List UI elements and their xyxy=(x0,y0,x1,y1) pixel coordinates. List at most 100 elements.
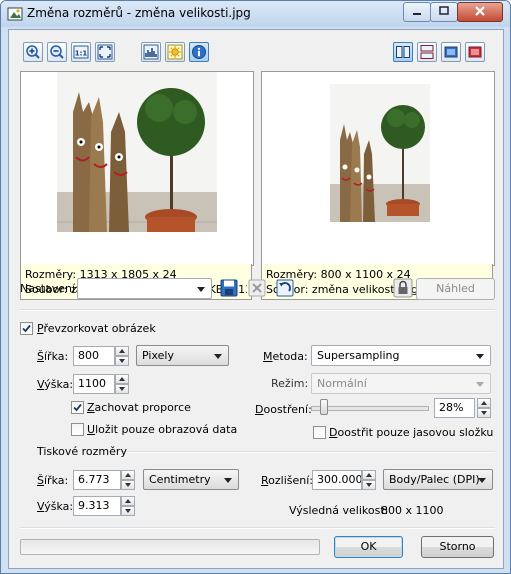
result-photo xyxy=(330,84,430,222)
mode-select[interactable]: Normální xyxy=(311,373,491,394)
chevron-down-icon xyxy=(476,382,484,387)
settings-select[interactable] xyxy=(77,278,212,299)
print-width-label: Šířka: xyxy=(37,474,69,487)
method-label: Metoda: xyxy=(263,350,308,363)
actual-size-button[interactable]: 1:1 xyxy=(71,42,91,62)
sun-icon xyxy=(167,44,183,60)
close-icon xyxy=(475,6,485,16)
sharpen-luma-checkbox[interactable] xyxy=(313,426,326,439)
print-height-stepper[interactable] xyxy=(121,496,135,516)
sharpen-input[interactable]: 28% xyxy=(434,398,475,418)
maximize-icon xyxy=(439,6,449,15)
mode-value: Normální xyxy=(317,377,367,390)
check-icon xyxy=(73,403,82,412)
stepper-up-icon[interactable] xyxy=(115,346,129,356)
chevron-down-icon xyxy=(214,354,222,359)
lock-icon xyxy=(393,278,413,298)
width-input[interactable]: 800 xyxy=(73,346,115,366)
save-only-checkbox[interactable] xyxy=(71,423,84,436)
resolution-unit-select[interactable]: Body/Palec (DPI) xyxy=(383,469,493,490)
print-height-input[interactable]: 9.313 xyxy=(73,496,121,516)
zoom-out-button[interactable] xyxy=(47,42,67,62)
lock-button[interactable] xyxy=(393,278,413,298)
reset-settings-button[interactable] xyxy=(275,278,295,298)
print-section-label: Tiskové rozměry xyxy=(37,445,127,458)
zoom-out-icon xyxy=(50,45,64,59)
stepper-up-icon[interactable] xyxy=(362,470,376,480)
resolution-input[interactable]: 300.000 xyxy=(312,470,362,490)
split-horizontal-button[interactable] xyxy=(417,42,437,62)
original-photo xyxy=(57,72,217,232)
chevron-down-icon xyxy=(197,287,205,292)
stepper-up-icon[interactable] xyxy=(121,496,135,506)
minimize-icon xyxy=(413,13,421,15)
divider xyxy=(20,527,495,529)
resolution-stepper[interactable] xyxy=(362,470,376,490)
stepper-down-icon[interactable] xyxy=(477,408,491,418)
split-horizontal-icon xyxy=(420,45,434,59)
progress-bar xyxy=(20,539,320,555)
delete-settings-button[interactable] xyxy=(247,278,267,298)
result-preview[interactable] xyxy=(261,71,495,266)
chevron-down-icon xyxy=(224,478,232,483)
height-stepper[interactable] xyxy=(115,374,129,394)
histogram-icon xyxy=(143,44,159,60)
pixel-unit-value: Pixely xyxy=(142,349,174,362)
blue-square-icon xyxy=(444,46,458,58)
save-settings-button[interactable] xyxy=(219,278,239,298)
close-button[interactable] xyxy=(457,2,503,22)
stepper-down-icon[interactable] xyxy=(115,356,129,366)
sharpen-luma-label: Doostřit pouze jasovou složku xyxy=(329,426,494,439)
stepper-down-icon[interactable] xyxy=(115,384,129,394)
settings-label: Nastavení: xyxy=(20,282,79,295)
method-select[interactable]: Supersampling xyxy=(311,345,491,366)
divider xyxy=(121,451,495,453)
delete-icon xyxy=(248,279,266,297)
slider-thumb[interactable] xyxy=(320,399,328,415)
keep-ratio-checkbox[interactable] xyxy=(71,401,84,414)
zoom-in-button[interactable] xyxy=(23,42,43,62)
print-unit-select[interactable]: Centimetry xyxy=(143,469,239,490)
undo-icon xyxy=(276,279,294,297)
slider-track xyxy=(311,406,429,411)
stepper-down-icon[interactable] xyxy=(121,506,135,516)
print-width-stepper[interactable] xyxy=(121,470,135,490)
zoom-in-icon xyxy=(26,45,40,59)
maximize-button[interactable] xyxy=(430,2,458,22)
minimize-button[interactable] xyxy=(403,2,431,22)
stepper-up-icon[interactable] xyxy=(477,398,491,408)
resample-checkbox[interactable] xyxy=(20,322,33,335)
svg-text:1:1: 1:1 xyxy=(75,50,88,58)
sharpen-slider[interactable] xyxy=(311,398,429,418)
split-vertical-button[interactable] xyxy=(393,42,413,62)
print-height-label: Výška: xyxy=(37,500,74,513)
height-input[interactable]: 1100 xyxy=(73,374,115,394)
chevron-down-icon xyxy=(478,478,486,483)
original-preview[interactable] xyxy=(20,71,254,266)
result-view-button[interactable] xyxy=(465,42,485,62)
print-width-input[interactable]: 6.773 xyxy=(73,470,121,490)
sharpen-label: Doostření: xyxy=(255,403,312,416)
result-size-label: Výsledná velikost: xyxy=(289,504,389,517)
cancel-button[interactable]: Storno xyxy=(421,536,494,558)
title-bar[interactable]: Změna rozměrů - změna velikosti.jpg xyxy=(1,1,510,27)
histogram-button[interactable] xyxy=(141,42,161,62)
stepper-up-icon[interactable] xyxy=(115,374,129,384)
preview-button[interactable]: Náhled xyxy=(416,278,495,300)
width-stepper[interactable] xyxy=(115,346,129,366)
divider xyxy=(20,309,495,311)
original-view-button[interactable] xyxy=(441,42,461,62)
stepper-down-icon[interactable] xyxy=(121,480,135,490)
stepper-up-icon[interactable] xyxy=(121,470,135,480)
save-only-label: Uložit pouze obrazová data xyxy=(87,423,238,436)
resample-label: Převzorkovat obrázek xyxy=(37,322,156,335)
brightness-button[interactable] xyxy=(165,42,185,62)
stepper-down-icon[interactable] xyxy=(362,480,376,490)
height-label: Výška: xyxy=(37,378,74,391)
info-button[interactable] xyxy=(189,42,209,62)
pixel-unit-select[interactable]: Pixely xyxy=(136,345,229,366)
fit-window-button[interactable] xyxy=(95,42,115,62)
ok-button[interactable]: OK xyxy=(334,536,403,558)
red-square-icon xyxy=(468,46,482,58)
sharpen-stepper[interactable] xyxy=(477,398,491,418)
